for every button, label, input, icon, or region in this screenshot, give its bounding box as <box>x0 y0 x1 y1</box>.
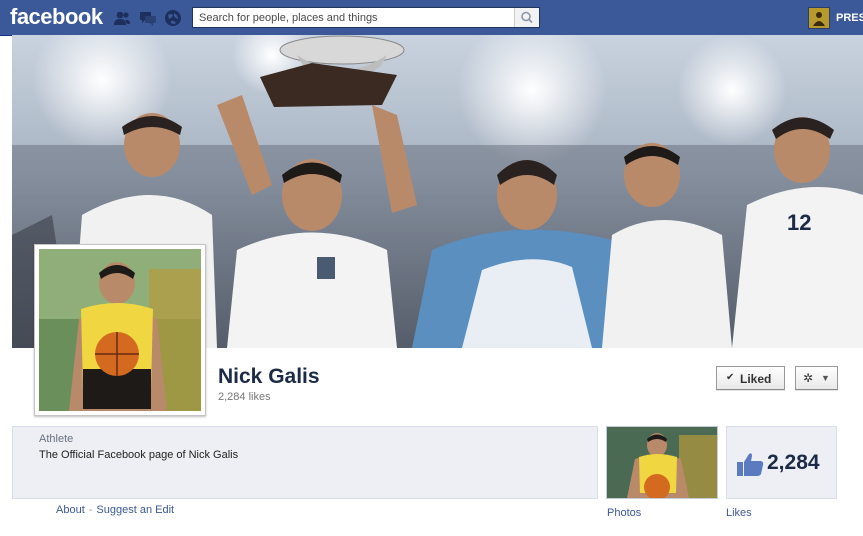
about-panel: Athlete The Official Facebook page of Ni… <box>12 426 598 499</box>
likes-label[interactable]: Likes <box>726 507 752 519</box>
liked-button-label: Liked <box>740 372 772 386</box>
settings-menu-button[interactable]: ✲ ▼ <box>795 366 838 390</box>
page-title: Nick Galis <box>218 365 320 388</box>
user-avatar[interactable] <box>808 7 830 29</box>
checkmark-icon: ✔ <box>726 372 735 383</box>
user-name-link[interactable]: PRES <box>836 12 863 24</box>
about-links: About - Suggest an Edit <box>56 504 174 516</box>
facebook-logo[interactable]: facebook <box>10 4 103 30</box>
top-bar: facebook Search for people, places and t… <box>0 0 863 36</box>
search-icon <box>521 11 533 24</box>
liked-button[interactable]: ✔ Liked <box>716 366 785 390</box>
page-category: Athlete <box>39 433 74 445</box>
search-input[interactable] <box>193 8 521 27</box>
friend-requests-icon[interactable] <box>113 9 131 27</box>
notifications-icon[interactable] <box>164 9 182 27</box>
likes-tile[interactable]: 2,284 <box>726 426 837 499</box>
link-separator: - <box>88 504 93 516</box>
chevron-down-icon: ▼ <box>821 373 830 383</box>
gear-icon: ✲ <box>803 371 814 385</box>
thumbs-up-icon <box>737 453 764 476</box>
search-button[interactable] <box>514 8 539 27</box>
likes-tile-count: 2,284 <box>767 451 820 474</box>
about-link[interactable]: About <box>56 504 85 516</box>
messages-icon[interactable] <box>139 9 157 27</box>
profile-picture[interactable] <box>34 244 206 416</box>
search-box <box>192 7 540 28</box>
page-description: The Official Facebook page of Nick Galis <box>39 449 239 461</box>
photos-tile[interactable] <box>606 426 718 499</box>
photos-label[interactable]: Photos <box>607 507 641 519</box>
svg-text:12: 12 <box>787 210 811 235</box>
suggest-edit-link[interactable]: Suggest an Edit <box>96 504 174 516</box>
likes-count: 2,284 likes <box>218 391 271 403</box>
